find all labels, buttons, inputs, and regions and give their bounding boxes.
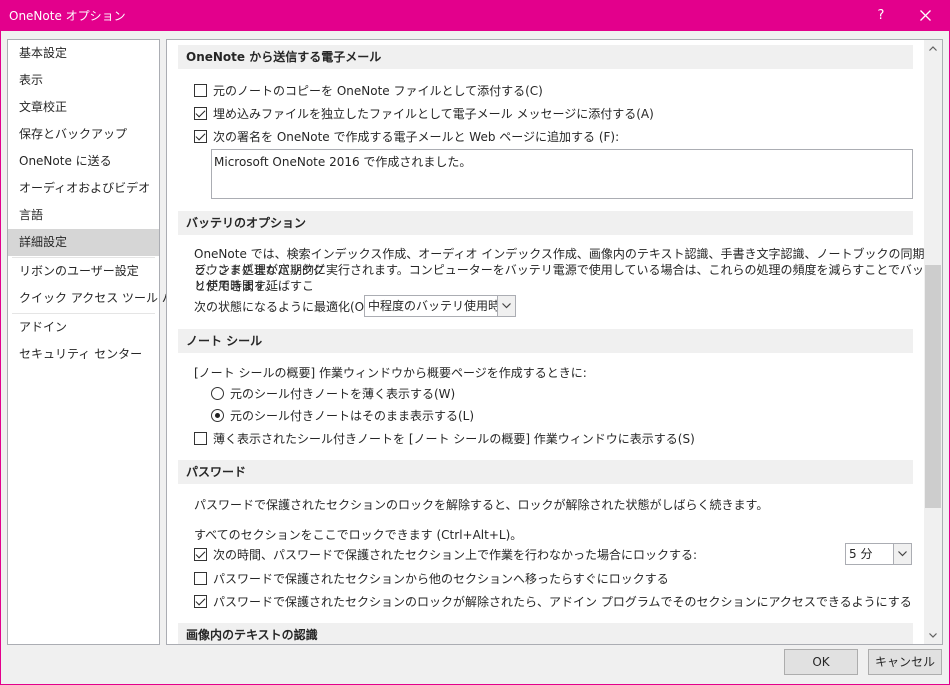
- checkbox[interactable]: [194, 130, 207, 143]
- option-keep-tagged-notes[interactable]: 元のシール付きノートはそのまま表示する(L): [211, 407, 474, 424]
- select-value: 5 分: [849, 547, 873, 561]
- section-header-email: OneNote から送信する電子メール: [178, 45, 913, 69]
- select-value: 中程度のバッテリ使用時間: [368, 299, 513, 313]
- scroll-down-button[interactable]: [924, 627, 942, 644]
- section-header-note-tags: ノート シール: [178, 329, 913, 353]
- help-button[interactable]: ?: [866, 0, 896, 31]
- option-lock-on-leave[interactable]: パスワードで保護されたセクションから他のセクションへ移ったらすぐにロックする: [194, 570, 669, 587]
- option-attach-copy[interactable]: 元のノートのコピーを OneNote ファイルとして添付する(C): [194, 82, 543, 99]
- option-label: 元のシール付きノートはそのまま表示する(L): [230, 409, 475, 423]
- sidebar-item-language[interactable]: 言語: [8, 202, 159, 229]
- option-lock-after-timeout[interactable]: 次の時間、パスワードで保護されたセクション上で作業を行わなかった場合にロックする…: [194, 546, 697, 563]
- window-title: OneNote オプション: [9, 9, 126, 23]
- checkbox[interactable]: [194, 548, 207, 561]
- close-icon: [920, 10, 931, 21]
- lock-all-hint: すべてのセクションをここでロックできます (Ctrl+Alt+L)。: [194, 528, 523, 542]
- option-allow-addins-access[interactable]: パスワードで保護されたセクションのロックが解除されたら、アドイン プログラムでそ…: [194, 593, 912, 610]
- section-header-ocr: 画像内のテキストの認識: [178, 623, 913, 644]
- sidebar-item-send-to-onenote[interactable]: OneNote に送る: [8, 148, 159, 175]
- option-label: 元のシール付きノートを薄く表示する(W): [230, 387, 456, 401]
- battery-optimize-select[interactable]: 中程度のバッテリ使用時間: [364, 295, 516, 317]
- option-add-signature[interactable]: 次の署名を OneNote で作成する電子メールと Web ページに追加する (…: [194, 128, 619, 145]
- lock-timeout-select[interactable]: 5 分: [845, 543, 912, 565]
- battery-description-line: とができます。: [194, 279, 277, 293]
- password-intro: パスワードで保護されたセクションのロックを解除すると、ロックが解除された状態がし…: [194, 498, 769, 512]
- signature-input[interactable]: Microsoft OneNote 2016 で作成されました。: [211, 149, 913, 199]
- ok-button[interactable]: OK: [784, 649, 858, 675]
- sidebar-item-proofing[interactable]: 文章校正: [8, 94, 159, 121]
- checkbox[interactable]: [194, 84, 207, 97]
- option-attach-embedded[interactable]: 埋め込みファイルを独立したファイルとして電子メール メッセージに添付する(A): [194, 105, 654, 122]
- sidebar-item-audio-video[interactable]: オーディオおよびビデオ: [8, 175, 159, 202]
- category-sidebar: 基本設定 表示 文章校正 保存とバックアップ OneNote に送る オーディオ…: [7, 39, 186, 645]
- checkbox[interactable]: [194, 432, 207, 445]
- chevron-down-icon: [502, 303, 511, 309]
- option-label: 次の署名を OneNote で作成する電子メールと Web ページに追加する (…: [213, 130, 620, 144]
- dropdown-button[interactable]: [497, 296, 515, 316]
- scroll-up-button[interactable]: [924, 40, 942, 57]
- checkbox[interactable]: [194, 572, 207, 585]
- chevron-down-icon: [929, 633, 937, 638]
- option-label: 埋め込みファイルを独立したファイルとして電子メール メッセージに添付する(A): [213, 107, 654, 121]
- options-scrollbar[interactable]: [924, 40, 942, 644]
- section-header-battery: バッテリのオプション: [178, 211, 913, 235]
- sidebar-item-advanced[interactable]: 詳細設定: [8, 229, 159, 256]
- optimize-label: 次の状態になるように最適化(O):: [194, 300, 373, 314]
- close-button[interactable]: [902, 0, 950, 31]
- option-show-dimmed-tags[interactable]: 薄く表示されたシール付きノートを [ノート シールの概要] 作業ウィンドウに表示…: [194, 430, 695, 447]
- option-label: パスワードで保護されたセクションのロックが解除されたら、アドイン プログラムでそ…: [213, 595, 912, 609]
- option-label: 薄く表示されたシール付きノートを [ノート シールの概要] 作業ウィンドウに表示…: [213, 432, 695, 446]
- option-label: 元のノートのコピーを OneNote ファイルとして添付する(C): [213, 84, 543, 98]
- scroll-thumb[interactable]: [925, 265, 941, 508]
- sidebar-item-addins[interactable]: アドイン: [8, 314, 159, 341]
- option-label: パスワードで保護されたセクションから他のセクションへ移ったらすぐにロックする: [213, 572, 669, 586]
- sidebar-item-save-backup[interactable]: 保存とバックアップ: [8, 121, 159, 148]
- checkbox[interactable]: [194, 595, 207, 608]
- tags-intro: [ノート シールの概要] 作業ウィンドウから概要ページを作成するときに:: [194, 366, 587, 380]
- chevron-up-icon: [929, 46, 937, 51]
- section-header-password: パスワード: [178, 460, 913, 484]
- cancel-button[interactable]: キャンセル: [868, 649, 942, 675]
- options-panel: OneNote から送信する電子メール 元のノートのコピーを OneNote フ…: [166, 39, 943, 645]
- sidebar-item-trust-center[interactable]: セキュリティ センター: [8, 341, 159, 368]
- sidebar-item-general[interactable]: 基本設定: [8, 40, 159, 67]
- chevron-down-icon: [898, 551, 907, 557]
- radio-button[interactable]: [211, 409, 224, 422]
- checkbox[interactable]: [194, 107, 207, 120]
- sidebar-item-display[interactable]: 表示: [8, 67, 159, 94]
- dropdown-button[interactable]: [893, 544, 911, 564]
- option-dim-tagged-notes[interactable]: 元のシール付きノートを薄く表示する(W): [211, 385, 455, 402]
- title-bar: OneNote オプション ?: [0, 0, 950, 31]
- radio-button[interactable]: [211, 387, 224, 400]
- battery-description-line: ラウンド処理が定期的に実行されます。コンピューターをバッテリ電源で使用している場…: [194, 263, 936, 293]
- sidebar-item-quick-access-toolbar[interactable]: クイック アクセス ツール バー: [8, 285, 186, 312]
- sidebar-item-customize-ribbon[interactable]: リボンのユーザー設定: [8, 258, 159, 285]
- option-label: 次の時間、パスワードで保護されたセクション上で作業を行わなかった場合にロックする…: [213, 548, 698, 562]
